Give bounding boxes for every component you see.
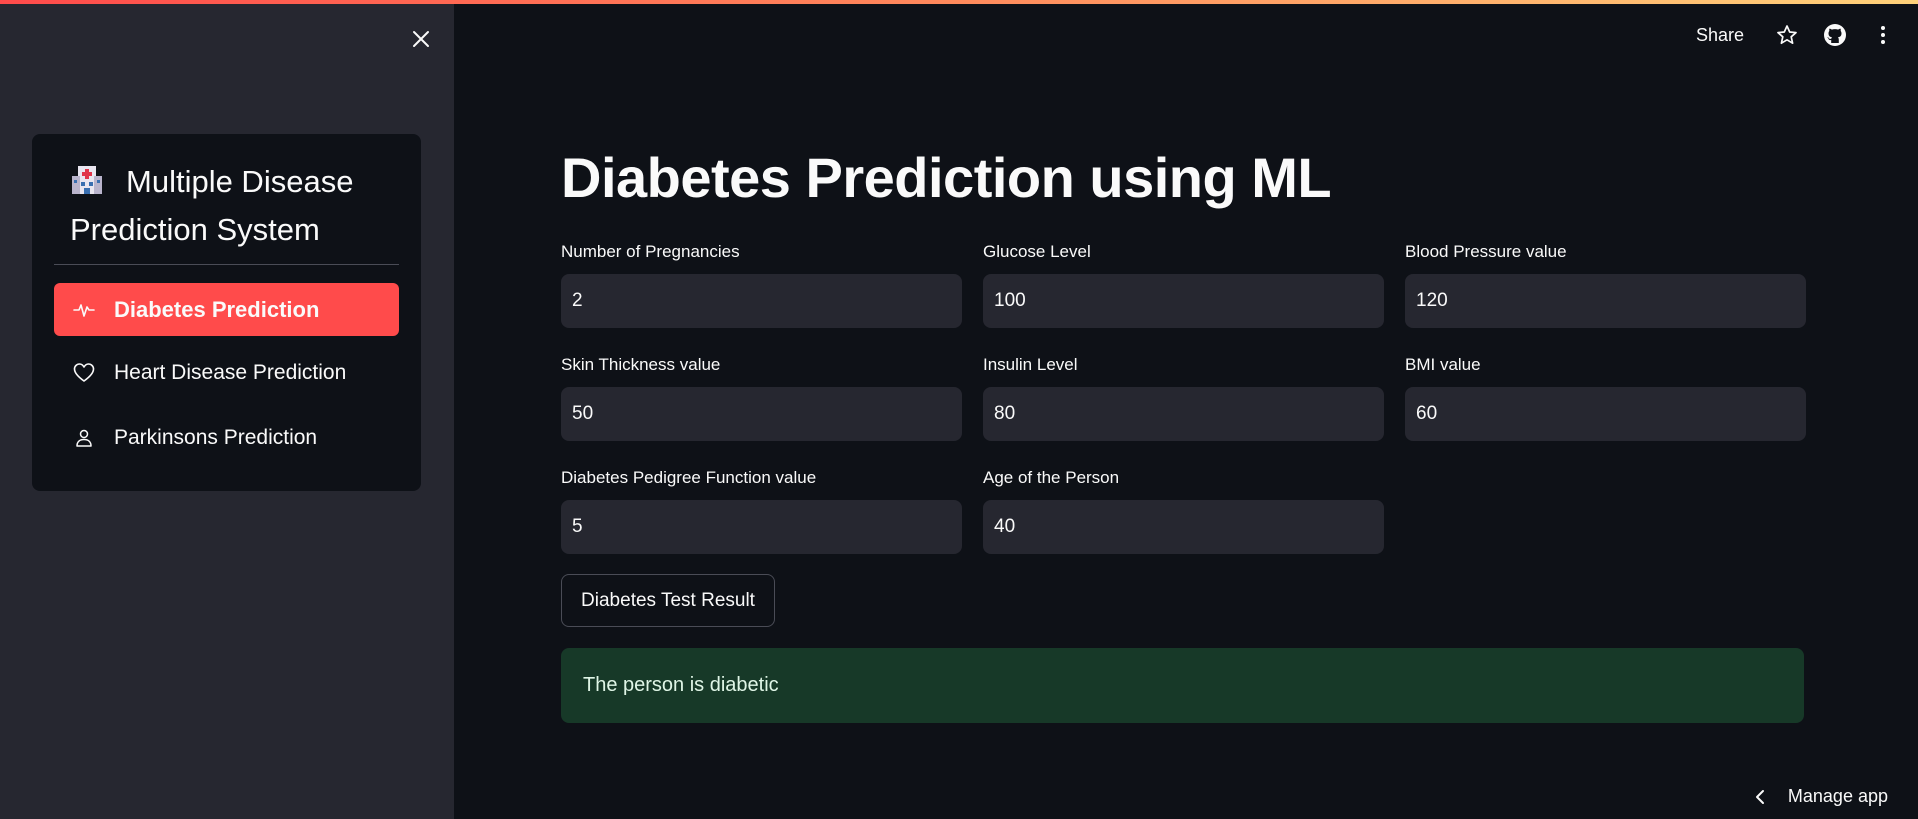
menu-divider: [54, 264, 399, 265]
pedigree-input[interactable]: [561, 500, 962, 554]
main-content: Share Diabetes Prediction using ML Numbe…: [454, 0, 1918, 819]
pedigree-field: Diabetes Pedigree Function value: [561, 466, 962, 554]
field-label: Diabetes Pedigree Function value: [561, 468, 817, 487]
insulin-input[interactable]: [983, 387, 1384, 441]
field-label: Blood Pressure value: [1405, 242, 1567, 261]
person-icon: [72, 426, 96, 450]
menu-item-diabetes-prediction[interactable]: Diabetes Prediction: [54, 283, 399, 336]
bmi-input[interactable]: [1405, 387, 1806, 441]
diabetes-test-result-button[interactable]: Diabetes Test Result: [561, 574, 775, 627]
menu-title-text: Multiple Disease Prediction System: [70, 164, 354, 247]
menu-item-label: Diabetes Prediction: [114, 296, 320, 322]
field-label: BMI value: [1405, 355, 1481, 374]
close-icon: [413, 31, 429, 47]
menu-item-heart-disease-prediction[interactable]: Heart Disease Prediction: [54, 346, 399, 399]
star-icon[interactable]: [1774, 22, 1800, 48]
blood-pressure-field: Blood Pressure value: [1405, 240, 1806, 328]
bmi-field: BMI value: [1405, 353, 1806, 441]
skin-thickness-field: Skin Thickness value: [561, 353, 962, 441]
heart-icon: [72, 361, 96, 385]
manage-app-label: Manage app: [1787, 786, 1888, 806]
insulin-field: Insulin Level: [983, 353, 1384, 441]
glucose-input[interactable]: [983, 274, 1384, 328]
pregnancies-input[interactable]: [561, 274, 962, 328]
manage-app-button[interactable]: Manage app: [1750, 786, 1888, 807]
menu-item-parkinsons-prediction[interactable]: Parkinsons Prediction: [54, 411, 399, 464]
field-label: Insulin Level: [983, 355, 1078, 374]
chevron-left-icon: [1750, 787, 1770, 807]
menu-title: Multiple Disease Prediction System: [70, 158, 390, 254]
top-decoration-stripe: [0, 0, 1918, 4]
pregnancies-field: Number of Pregnancies: [561, 240, 962, 328]
result-text: The person is diabetic: [583, 674, 779, 696]
field-label: Number of Pregnancies: [561, 242, 740, 261]
blood-pressure-input[interactable]: [1405, 274, 1806, 328]
github-icon[interactable]: [1822, 22, 1848, 48]
result-alert: The person is diabetic: [561, 648, 1804, 723]
menu-item-label: Heart Disease Prediction: [114, 360, 347, 384]
activity-icon: [72, 298, 96, 322]
skin-thickness-input[interactable]: [561, 387, 962, 441]
field-label: Age of the Person: [983, 468, 1120, 487]
header-toolbar: Share: [1696, 18, 1918, 52]
share-button[interactable]: Share: [1696, 25, 1744, 46]
sidebar: Multiple Disease Prediction System Diabe…: [0, 0, 454, 819]
glucose-field: Glucose Level: [983, 240, 1384, 328]
option-menu: Multiple Disease Prediction System Diabe…: [32, 134, 421, 491]
age-input[interactable]: [983, 500, 1384, 554]
menu-item-label: Parkinsons Prediction: [114, 425, 318, 449]
hospital-icon: [72, 166, 102, 194]
close-sidebar-button[interactable]: [406, 24, 436, 54]
age-field: Age of the Person: [983, 466, 1384, 554]
page-title: Diabetes Prediction using ML: [561, 146, 1332, 209]
field-label: Glucose Level: [983, 242, 1091, 261]
field-label: Skin Thickness value: [561, 355, 721, 374]
more-options-icon[interactable]: [1870, 22, 1896, 48]
